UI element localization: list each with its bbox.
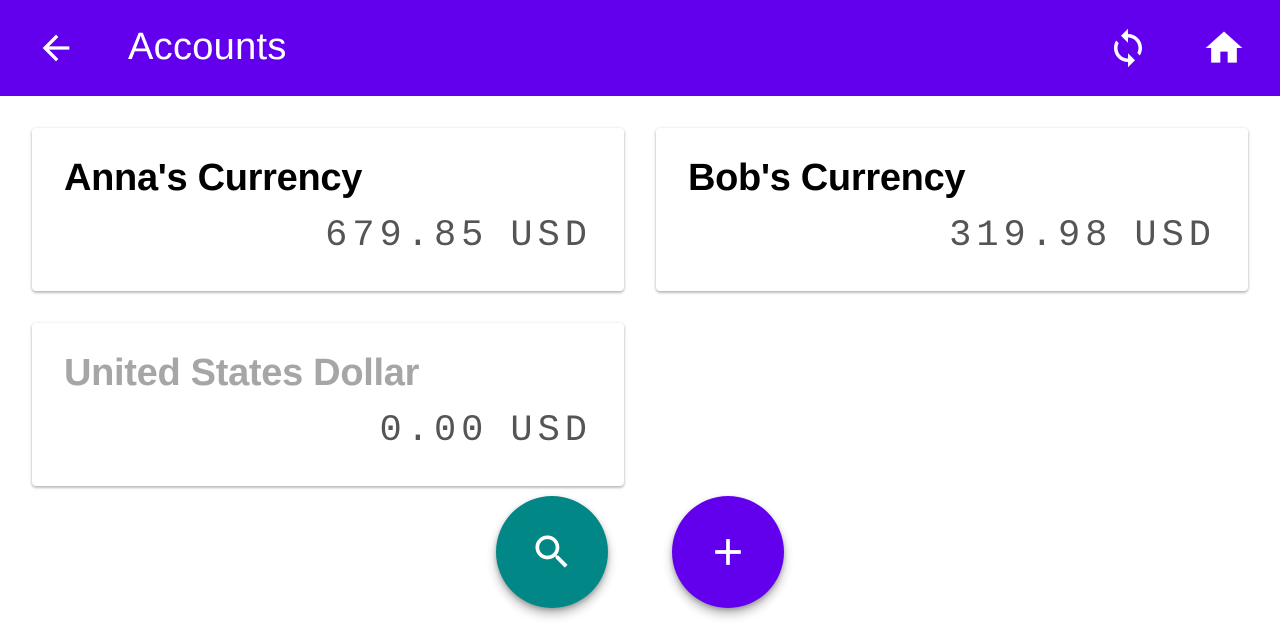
account-name: Anna's Currency: [64, 157, 363, 199]
balance-currency: USD: [510, 410, 592, 452]
account-card-bob[interactable]: Bob's Currency 319.98 USD: [656, 128, 1248, 291]
balance-currency: USD: [510, 215, 592, 257]
balance-amount: 0.00: [379, 410, 489, 452]
page-title: Accounts: [128, 26, 287, 68]
account-card-usd[interactable]: United States Dollar 0.00 USD: [32, 323, 624, 486]
sync-icon: [1114, 28, 1142, 68]
account-balance: 319.98 USD: [949, 214, 1216, 258]
search-fab[interactable]: [496, 496, 608, 608]
arrow-back-icon: [42, 34, 70, 62]
balance-amount: 319.98: [949, 215, 1113, 257]
account-card-anna[interactable]: Anna's Currency 679.85 USD: [32, 128, 624, 291]
home-button[interactable]: [1196, 20, 1252, 76]
plus-icon: [715, 539, 741, 565]
account-balance: 0.00 USD: [380, 409, 592, 453]
sync-button[interactable]: [1100, 20, 1156, 76]
search-icon: [535, 535, 568, 568]
balance-amount: 679.85: [325, 215, 489, 257]
back-button[interactable]: [28, 20, 84, 76]
account-name: United States Dollar: [64, 352, 420, 394]
home-icon: [1205, 31, 1243, 63]
balance-currency: USD: [1134, 215, 1216, 257]
account-balance: 679.85 USD: [325, 214, 592, 258]
app-bar: Accounts: [0, 0, 1280, 96]
add-account-fab[interactable]: [672, 496, 784, 608]
account-name: Bob's Currency: [688, 157, 966, 199]
